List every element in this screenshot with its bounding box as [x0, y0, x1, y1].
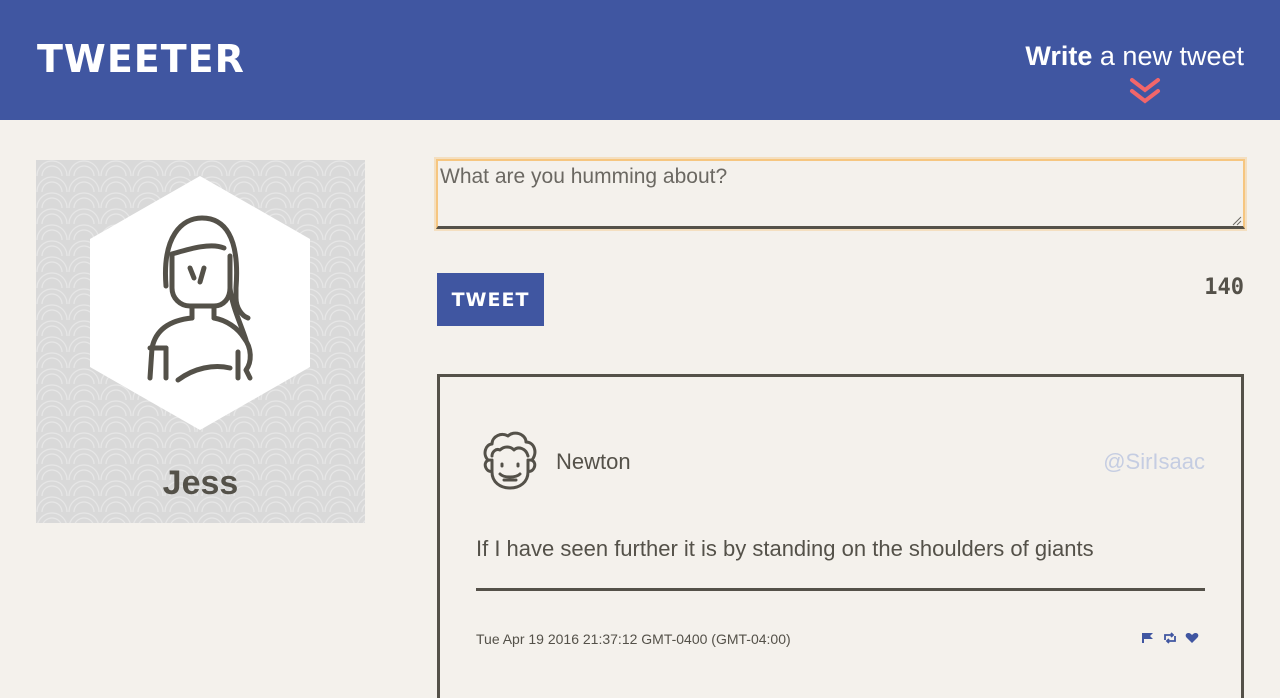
curly-hair-man-avatar-icon — [483, 431, 537, 490]
compose-label-bold: Write — [1025, 41, 1093, 71]
resize-handle-icon[interactable] — [1232, 216, 1242, 226]
flag-icon[interactable] — [1141, 632, 1155, 644]
app-title[interactable]: TWEETER — [37, 36, 245, 82]
woman-avatar-icon — [90, 176, 310, 430]
tweet-actions — [1141, 632, 1199, 644]
top-nav: TWEETER Write a new tweet — [0, 0, 1280, 120]
tweet-card: Newton @SirIsaac If I have seen further … — [437, 374, 1244, 698]
tweet-body-text: If I have seen further it is by standing… — [476, 536, 1094, 561]
compose-toggle-label[interactable]: Write a new tweet — [1025, 38, 1244, 74]
double-chevron-down-icon[interactable] — [1128, 76, 1162, 108]
tweet-timestamp: Tue Apr 19 2016 21:37:12 GMT-0400 (GMT-0… — [476, 631, 791, 647]
tweet-submit-button[interactable]: TWEET — [437, 273, 544, 326]
retweet-icon[interactable] — [1163, 632, 1177, 644]
heart-icon[interactable] — [1185, 632, 1199, 644]
tweet-compose-input[interactable] — [434, 157, 1247, 231]
user-profile-card: Jess — [36, 160, 365, 523]
profile-name: Jess — [162, 464, 239, 502]
character-counter: 140 — [1204, 275, 1244, 300]
tweet-divider — [476, 588, 1205, 591]
compose-label-rest: a new tweet — [1092, 41, 1244, 71]
tweet-author-handle: @SirIsaac — [1103, 449, 1205, 474]
tweet-author-name: Newton — [556, 449, 631, 474]
